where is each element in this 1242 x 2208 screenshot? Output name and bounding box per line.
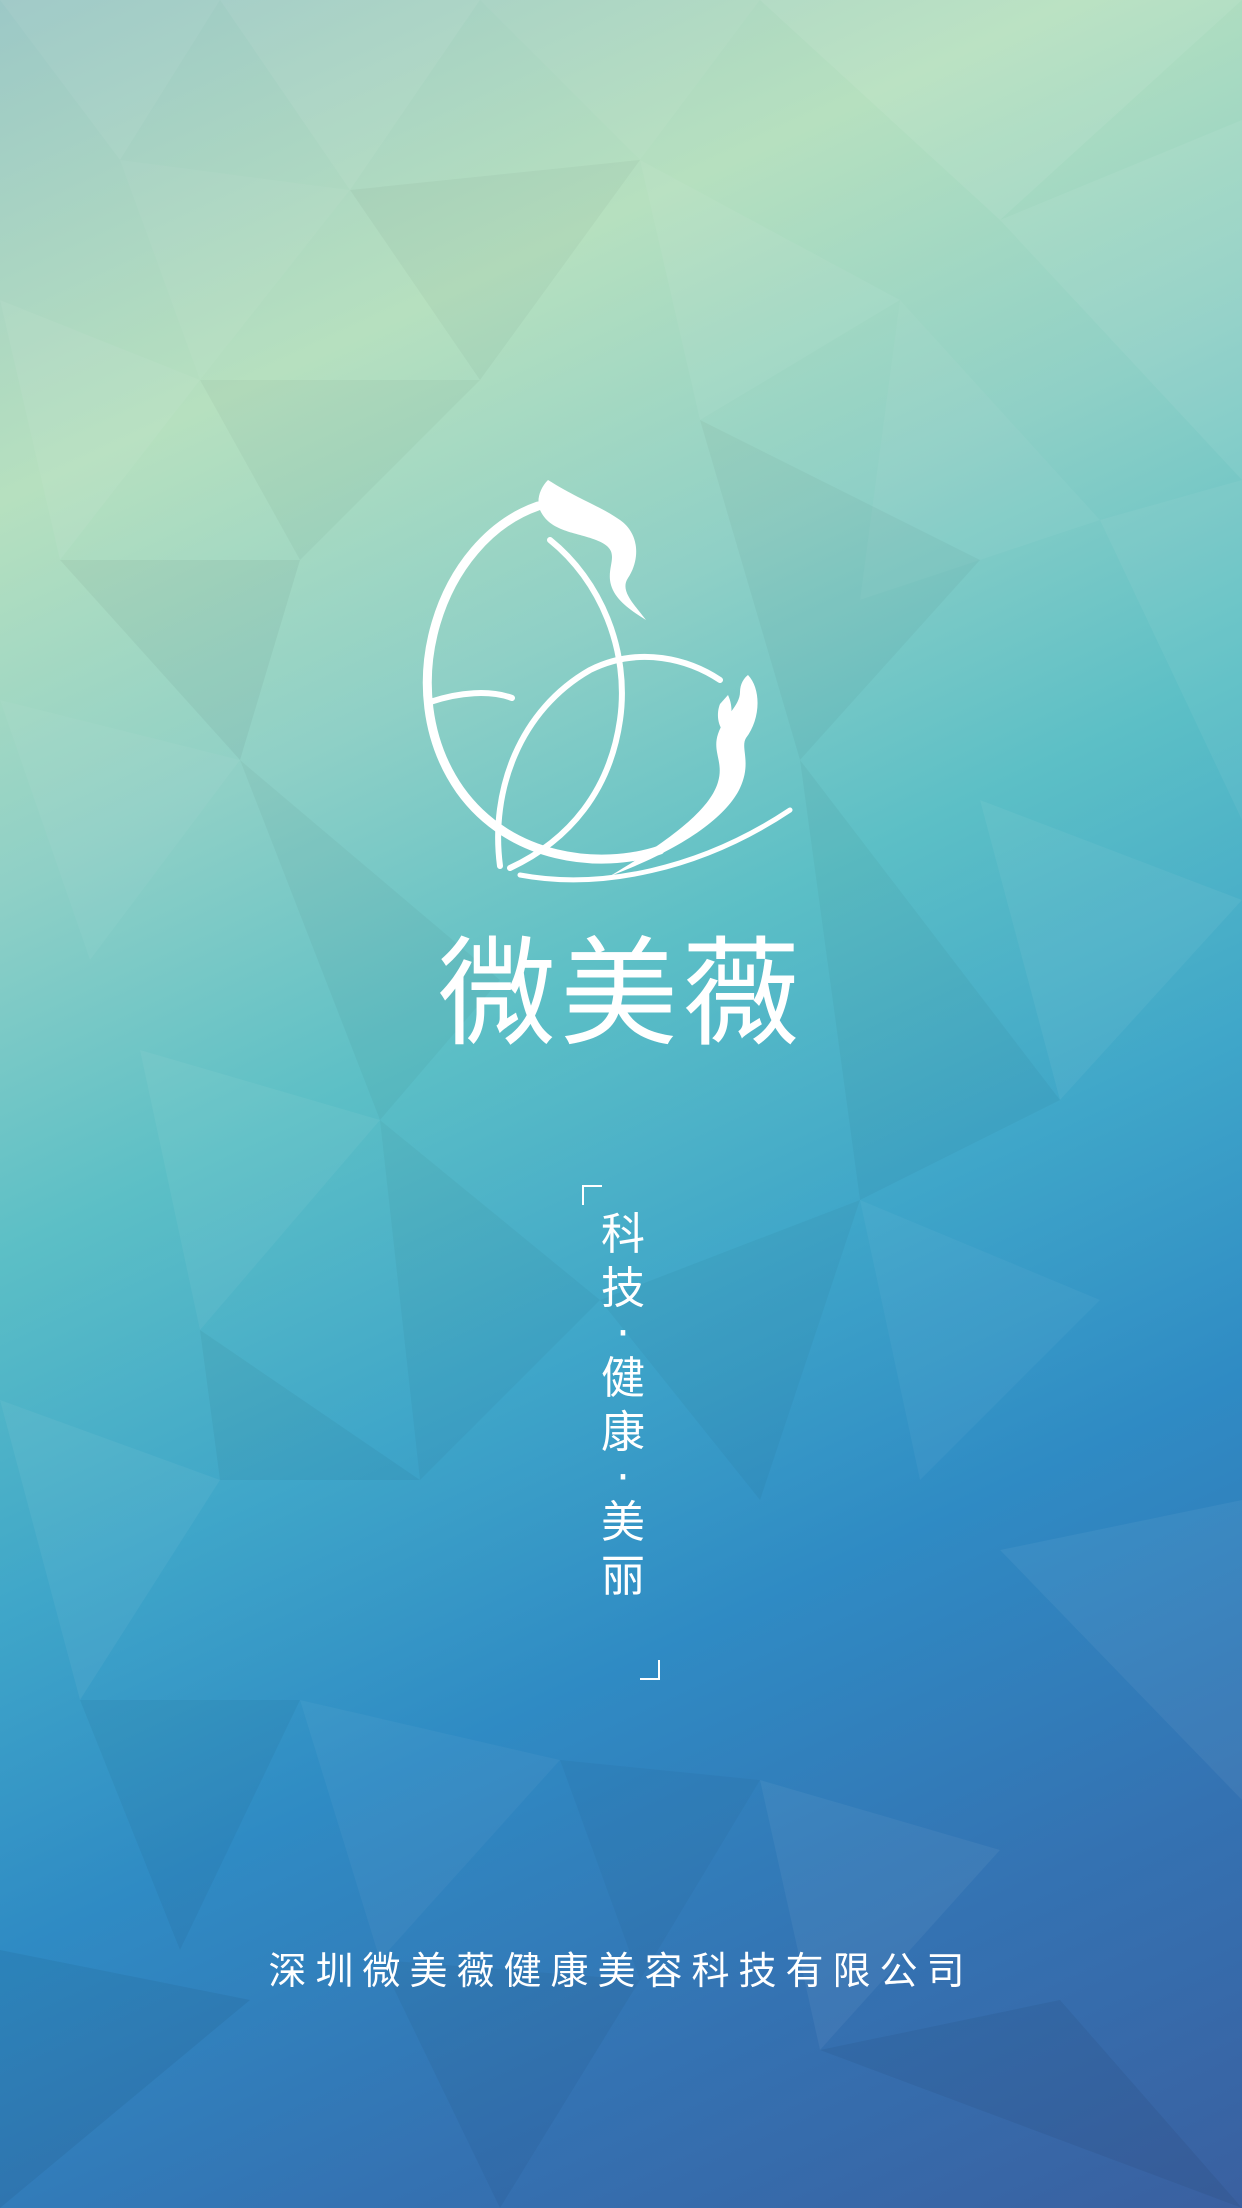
tagline-char: 科 bbox=[601, 1209, 645, 1260]
polygon-background bbox=[0, 0, 1242, 2208]
tagline-bracket-close bbox=[640, 1660, 660, 1680]
tagline-char: · bbox=[616, 1452, 630, 1503]
tagline-char: 美 bbox=[601, 1497, 645, 1548]
tagline-char: 丽 bbox=[601, 1551, 645, 1602]
butterfly-icon bbox=[422, 480, 793, 883]
tagline: 科技 · 健康 · 美丽 bbox=[600, 1208, 646, 1604]
tagline-char: · bbox=[616, 1308, 630, 1359]
tagline-bracket-open bbox=[582, 1185, 602, 1205]
brand-title: 微美薇 bbox=[437, 925, 804, 1063]
company-name: 深圳微美薇健康美容科技有限公司 bbox=[268, 1949, 974, 1993]
tagline-char: 健 bbox=[601, 1353, 645, 1404]
